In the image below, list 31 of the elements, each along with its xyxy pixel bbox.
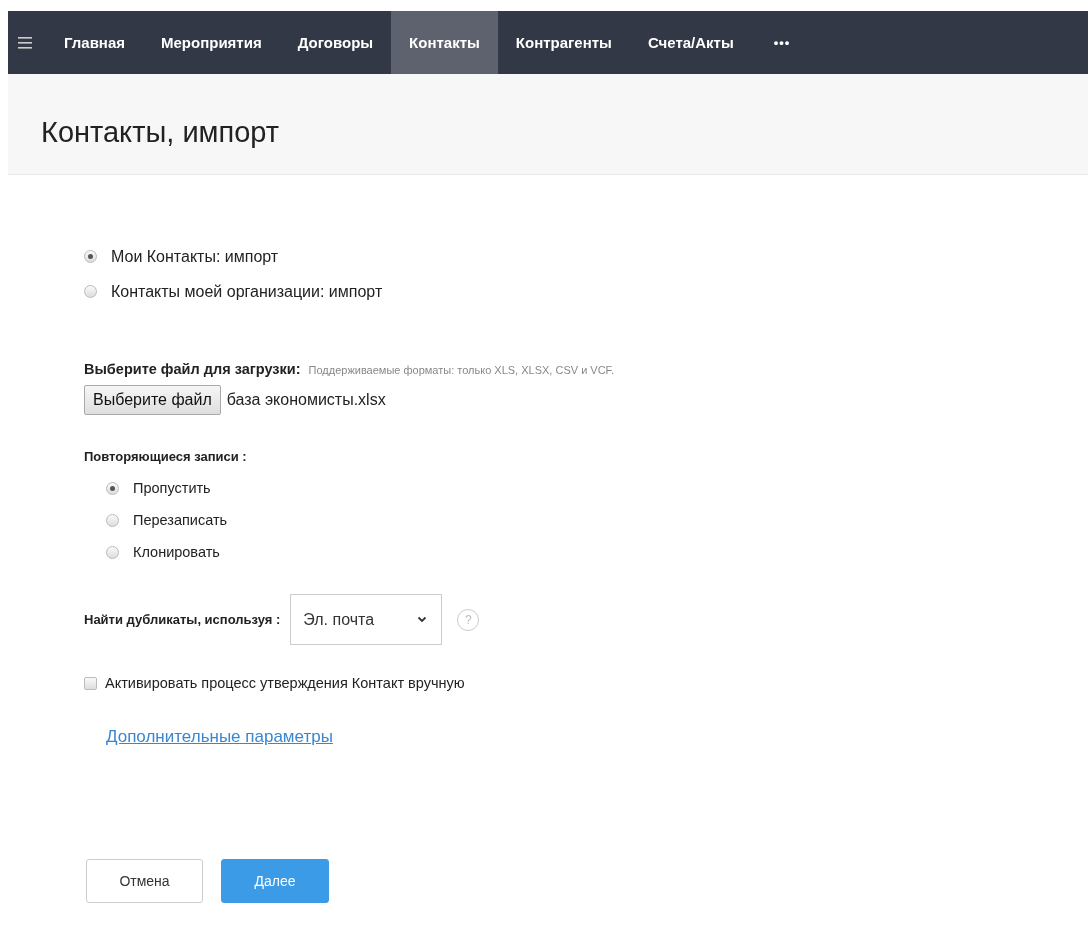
choose-file-button[interactable]: Выберите файл bbox=[84, 385, 221, 415]
file-label: Выберите файл для загрузки: bbox=[84, 361, 301, 377]
cancel-button[interactable]: Отмена bbox=[86, 859, 203, 903]
nav-tab[interactable]: Главная bbox=[46, 11, 143, 74]
radio-button[interactable] bbox=[106, 545, 119, 559]
radio-label: Контакты моей организации: импорт bbox=[111, 282, 383, 301]
radio-label: Перезаписать bbox=[133, 512, 228, 528]
radio-label: Клонировать bbox=[133, 544, 220, 560]
checkbox[interactable] bbox=[84, 676, 97, 690]
more-menu[interactable]: ••• bbox=[751, 11, 813, 74]
chevron-down-icon bbox=[417, 616, 428, 623]
menu-icon[interactable] bbox=[18, 36, 32, 49]
duplicates-label: Повторяющиеся записи : bbox=[84, 449, 248, 464]
nav-tab[interactable]: Счета/Акты bbox=[629, 11, 752, 74]
nav-tab[interactable]: Договоры bbox=[279, 11, 392, 74]
nav-tab[interactable]: Контрагенты bbox=[497, 11, 630, 74]
page-title: Контакты, импорт bbox=[41, 114, 280, 149]
radio-button[interactable] bbox=[84, 285, 97, 298]
radio-button[interactable] bbox=[106, 481, 119, 495]
nav-tab[interactable]: Мероприятия bbox=[143, 11, 280, 74]
field-select[interactable]: Эл. почта bbox=[290, 594, 443, 645]
radio-button[interactable] bbox=[106, 513, 119, 527]
file-name: база экономисты.xlsx bbox=[226, 391, 386, 409]
advanced-settings-link[interactable]: Дополнительные параметры bbox=[106, 727, 333, 747]
radio-button[interactable] bbox=[84, 250, 97, 263]
radio-label: Пропустить bbox=[133, 480, 211, 496]
format-hint: Поддерживаемые форматы: только XLS, XLSX, CSV и VCF. bbox=[308, 364, 615, 376]
radio-label: Мои Контакты: импорт bbox=[111, 247, 279, 266]
checkbox-label: Активировать процесс утверждения Контакт вручную bbox=[105, 675, 465, 691]
find-duplicates-label: Найти дубликаты, используя : bbox=[84, 612, 281, 627]
nav-tab[interactable]: Контакты bbox=[391, 11, 498, 74]
